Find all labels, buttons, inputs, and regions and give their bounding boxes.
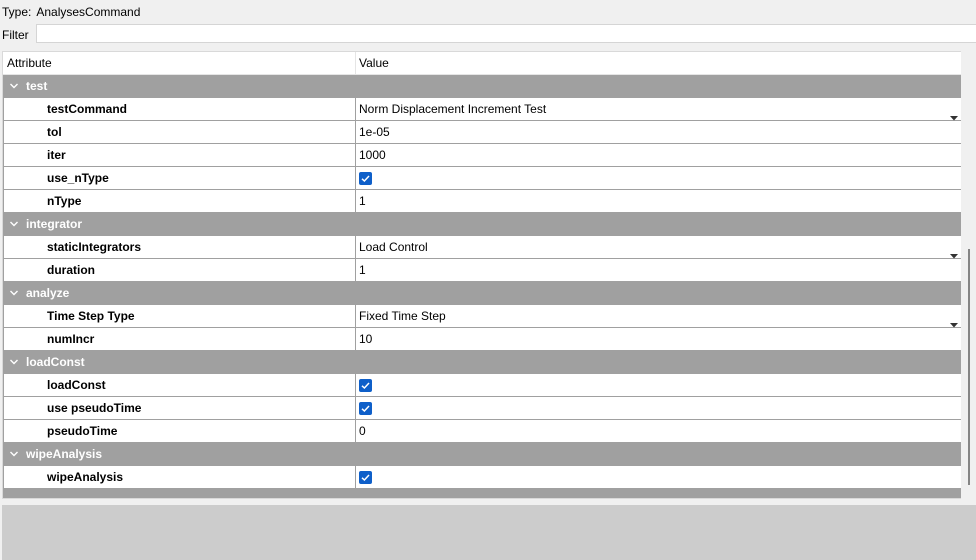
property-checkbox-cell[interactable]: [356, 466, 961, 488]
group-label: test: [26, 79, 48, 93]
property-row-testcommand[interactable]: testCommand Norm Displacement Increment T…: [3, 98, 961, 121]
property-value: 1000: [359, 148, 386, 162]
property-value: 0: [359, 424, 366, 438]
vertical-scrollbar[interactable]: [961, 51, 976, 499]
property-name: wipeAnalysis: [3, 466, 355, 488]
chevron-down-icon[interactable]: [8, 218, 20, 230]
property-row-loadconst[interactable]: loadConst: [3, 374, 961, 397]
group-label: analyze: [26, 286, 70, 300]
value-column-header[interactable]: Value: [359, 52, 389, 74]
column-header: Attribute Value: [3, 52, 961, 75]
tree-body: test testCommand Norm Displacement Increme…: [3, 75, 961, 489]
property-value: Load Control: [359, 240, 428, 254]
chevron-down-icon[interactable]: [8, 287, 20, 299]
type-label: Type:: [2, 5, 32, 19]
filter-input[interactable]: [36, 24, 976, 43]
checkbox-checked[interactable]: [359, 172, 372, 185]
property-name: duration: [3, 259, 355, 281]
property-row-ntype[interactable]: nType 1: [3, 190, 961, 213]
property-value: 1: [359, 194, 366, 208]
property-value-field[interactable]: 1: [356, 190, 961, 212]
property-row-wipeanalysis[interactable]: wipeAnalysis: [3, 466, 961, 489]
property-value: Norm Displacement Increment Test: [359, 102, 547, 116]
property-name: use pseudoTime: [3, 397, 355, 419]
property-value-field[interactable]: 10: [356, 328, 961, 350]
checkbox-checked[interactable]: [359, 402, 372, 415]
property-name: iter: [3, 144, 355, 166]
chevron-down-icon[interactable]: [8, 448, 20, 460]
attribute-tree: Attribute Value test testCommand Norm Disp…: [2, 51, 961, 499]
property-value: 10: [359, 332, 373, 346]
property-value-field[interactable]: 1000: [356, 144, 961, 166]
property-name: nType: [3, 190, 355, 212]
property-checkbox-cell[interactable]: [356, 374, 961, 396]
property-value: 1: [359, 263, 366, 277]
group-wipeanalysis[interactable]: wipeAnalysis: [3, 443, 961, 466]
property-row-iter[interactable]: iter 1000: [3, 144, 961, 167]
property-name: use_nType: [3, 167, 355, 189]
property-name: numIncr: [3, 328, 355, 350]
property-dropdown[interactable]: Norm Displacement Increment Test: [356, 98, 961, 121]
checkbox-checked[interactable]: [359, 379, 372, 392]
attribute-column-header[interactable]: Attribute: [7, 52, 52, 74]
property-name: loadConst: [3, 374, 355, 396]
property-row-numincr[interactable]: numIncr 10: [3, 328, 961, 351]
property-name: staticIntegrators: [3, 236, 355, 258]
property-name: testCommand: [3, 98, 355, 120]
property-row-duration[interactable]: duration 1: [3, 259, 961, 282]
type-value: AnalysesCommand: [36, 5, 141, 19]
tree-bottom-strip: [3, 488, 961, 498]
filter-label: Filter: [2, 28, 29, 42]
property-value-field[interactable]: 0: [356, 420, 961, 442]
dropdown-arrow-icon[interactable]: [950, 244, 958, 259]
checkbox-checked[interactable]: [359, 471, 372, 484]
property-value-field[interactable]: 1: [356, 259, 961, 281]
property-row-time-step-type[interactable]: Time Step Type Fixed Time Step: [3, 305, 961, 328]
property-name: Time Step Type: [3, 305, 355, 327]
group-label: integrator: [26, 217, 83, 231]
group-analyze[interactable]: analyze: [3, 282, 961, 305]
chevron-down-icon[interactable]: [8, 356, 20, 368]
property-checkbox-cell[interactable]: [356, 167, 961, 189]
property-checkbox-cell[interactable]: [356, 397, 961, 419]
property-dropdown[interactable]: Load Control: [356, 236, 961, 259]
chevron-down-icon[interactable]: [8, 80, 20, 92]
property-row-pseudotime[interactable]: pseudoTime 0: [3, 420, 961, 443]
property-row-use-pseudotime[interactable]: use pseudoTime: [3, 397, 961, 420]
dropdown-arrow-icon[interactable]: [950, 313, 958, 328]
group-integrator[interactable]: integrator: [3, 213, 961, 236]
property-row-use-ntype[interactable]: use_nType: [3, 167, 961, 190]
bottom-pane: [2, 505, 976, 560]
property-value: 1e-05: [359, 125, 390, 139]
property-row-staticintegrators[interactable]: staticIntegrators Load Control: [3, 236, 961, 259]
column-divider[interactable]: [355, 52, 356, 74]
type-line: Type: AnalysesCommand: [2, 4, 145, 20]
group-label: loadConst: [26, 355, 85, 369]
property-value-field[interactable]: 1e-05: [356, 121, 961, 143]
group-label: wipeAnalysis: [26, 447, 103, 461]
property-dropdown[interactable]: Fixed Time Step: [356, 305, 961, 328]
property-row-tol[interactable]: tol 1e-05: [3, 121, 961, 144]
property-editor: Type: AnalysesCommand Filter Attribute Va…: [0, 0, 976, 560]
group-test[interactable]: test: [3, 75, 961, 98]
property-name: tol: [3, 121, 355, 143]
scrollbar-thumb[interactable]: [968, 249, 970, 485]
property-name: pseudoTime: [3, 420, 355, 442]
dropdown-arrow-icon[interactable]: [950, 106, 958, 121]
property-value: Fixed Time Step: [359, 309, 446, 323]
group-loadconst[interactable]: loadConst: [3, 351, 961, 374]
